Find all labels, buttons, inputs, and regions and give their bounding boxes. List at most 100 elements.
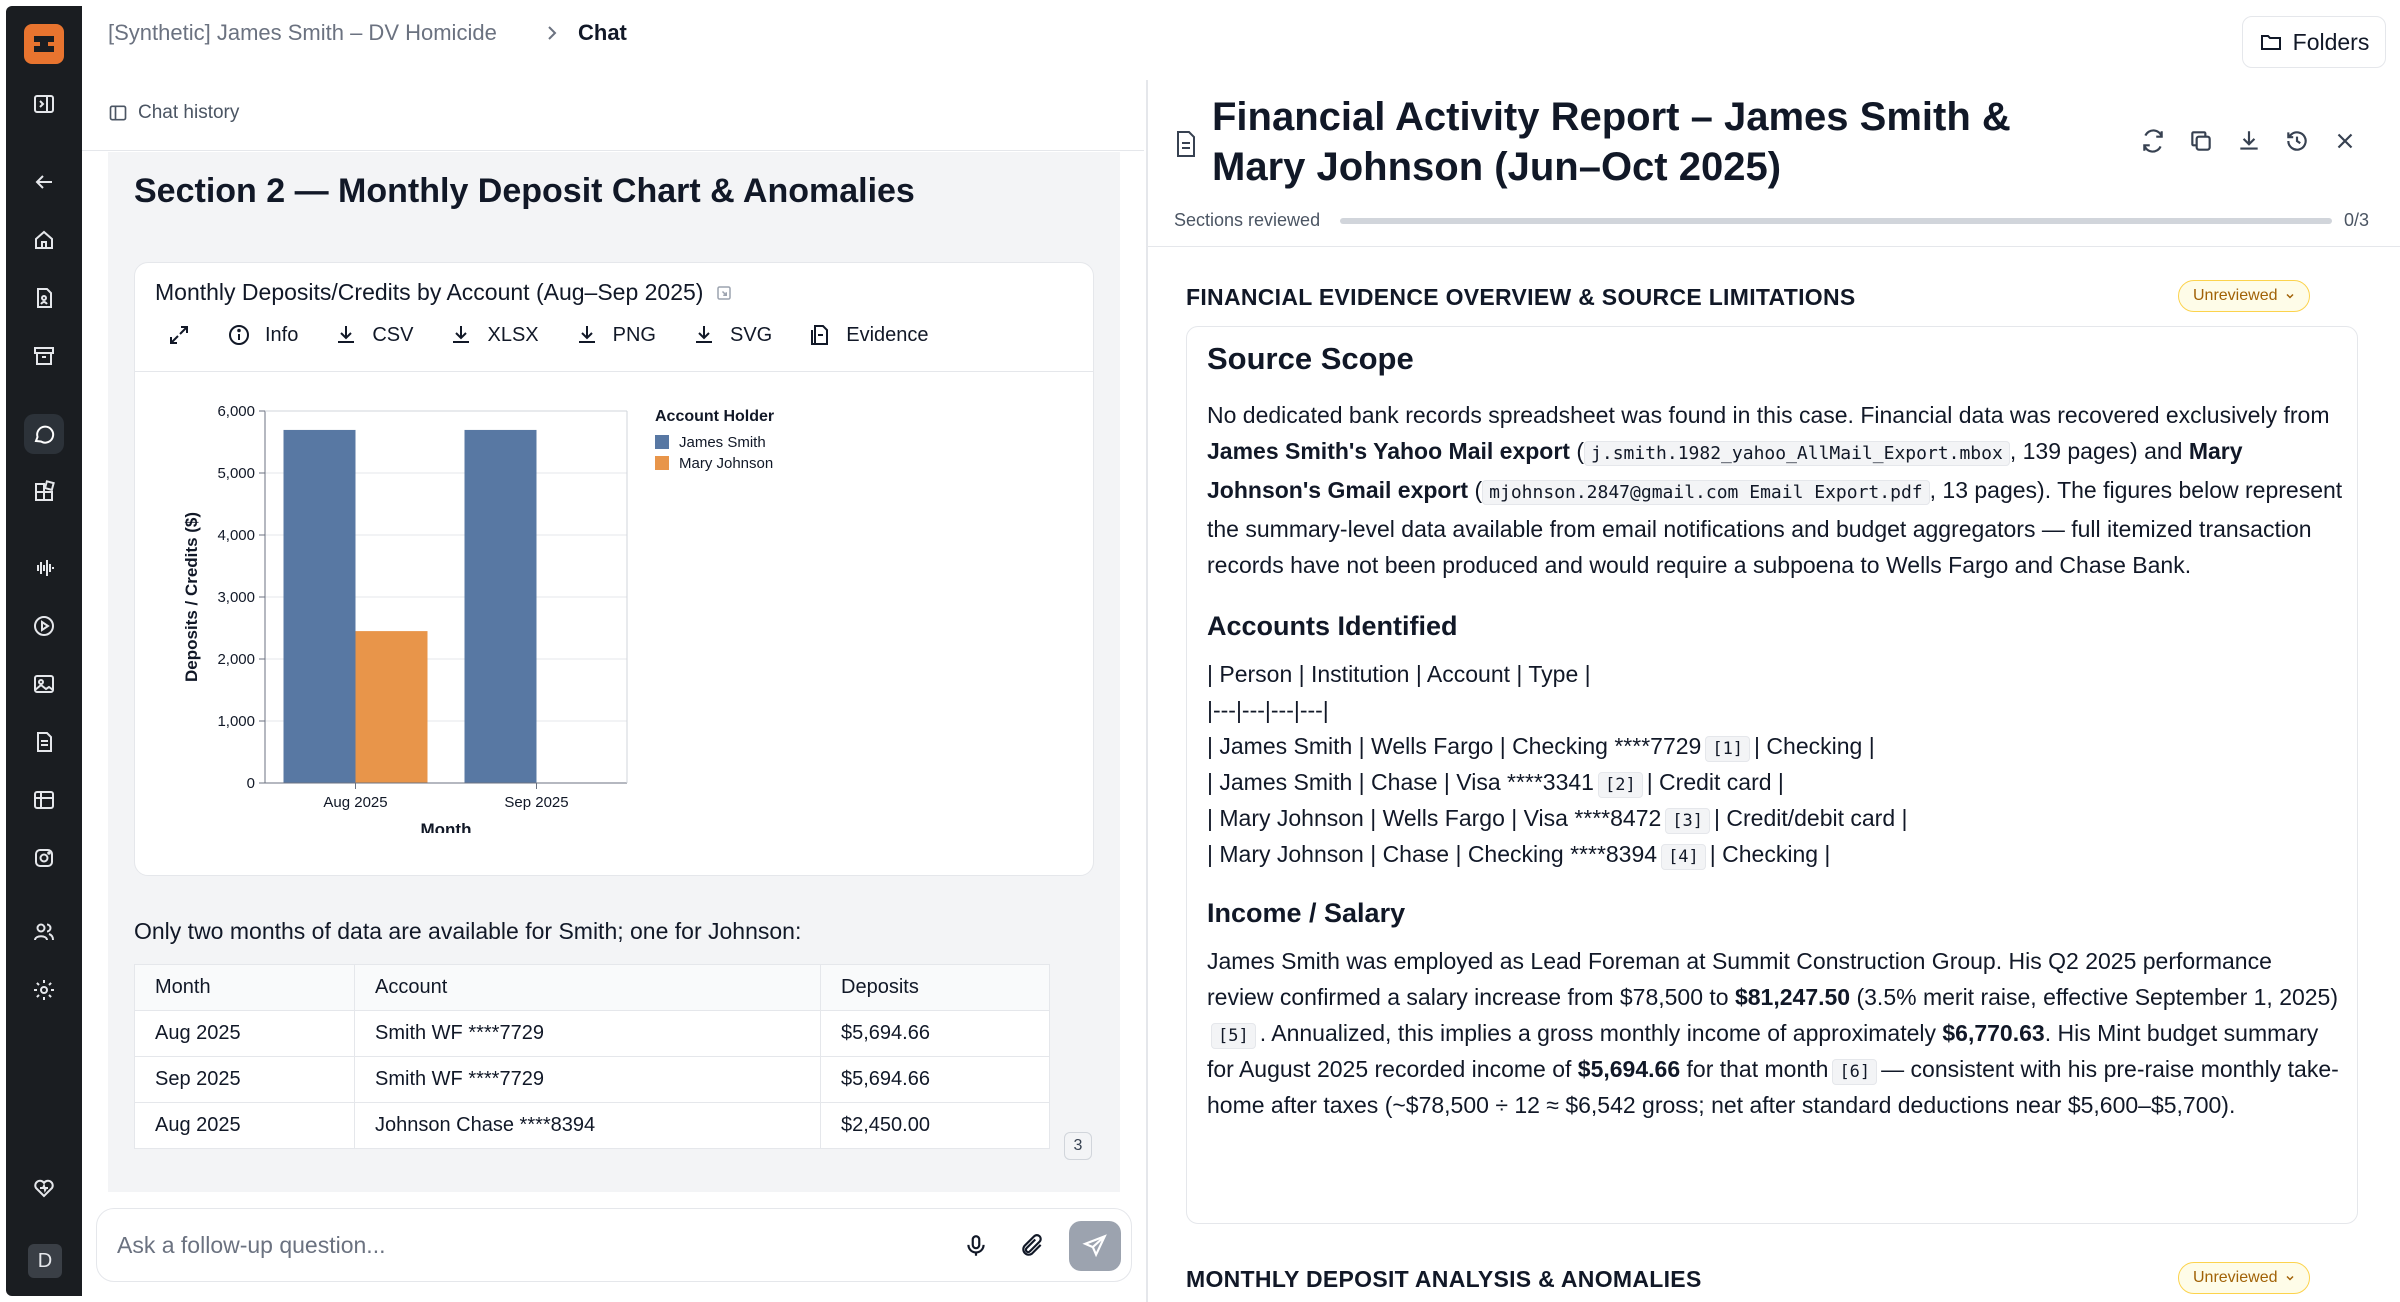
text: No dedicated bank records spreadsheet wa… <box>1207 402 2330 428</box>
support-heart-icon[interactable] <box>24 1168 64 1208</box>
download-icon[interactable] <box>2236 128 2262 154</box>
users-icon[interactable] <box>24 912 64 952</box>
chat-icon[interactable] <box>24 414 64 454</box>
video-icon[interactable] <box>24 606 64 646</box>
case-file-icon[interactable] <box>24 278 64 318</box>
table-cell: Smith WF ****7729 <box>354 1010 821 1057</box>
text: ( <box>1569 438 1585 464</box>
audio-icon[interactable] <box>24 548 64 588</box>
bold-text: $81,247.50 <box>1734 984 1851 1010</box>
source-scope-paragraph: No dedicated bank records spreadsheet wa… <box>1207 397 2343 583</box>
report-section-card: Source Scope No dedicated bank records s… <box>1186 326 2358 1224</box>
table-cell: Smith WF ****7729 <box>354 1056 821 1103</box>
download-icon <box>695 326 712 343</box>
text: | Credit card | <box>1646 769 1784 795</box>
column-header-month: Month <box>134 964 355 1011</box>
section-heading-overview: FINANCIAL EVIDENCE OVERVIEW & SOURCE LIM… <box>1186 284 1856 310</box>
image-icon[interactable] <box>24 664 64 704</box>
bar <box>464 429 537 783</box>
follow-up-input[interactable] <box>115 1225 915 1265</box>
text: ( <box>1468 477 1483 503</box>
table-cell: Sep 2025 <box>134 1056 355 1103</box>
refresh-icon[interactable] <box>2140 128 2166 154</box>
user-avatar[interactable]: D <box>28 1244 62 1278</box>
composer <box>96 1208 1132 1282</box>
citation-link[interactable]: [5] <box>1211 1023 1256 1049</box>
document-icon[interactable] <box>24 722 64 762</box>
pane-divider[interactable] <box>1146 80 1148 1302</box>
breadcrumb-current: Chat <box>578 20 627 45</box>
breadcrumb-case[interactable]: [Synthetic] James Smith – DV Homicide <box>108 20 497 46</box>
home-icon[interactable] <box>24 220 64 260</box>
back-arrow-icon[interactable] <box>24 162 64 202</box>
attach-paperclip-icon[interactable] <box>1019 1233 1045 1259</box>
table-cell: Johnson Chase ****8394 <box>354 1102 821 1149</box>
citation-link[interactable]: [3] <box>1665 808 1711 834</box>
chevron-down-icon <box>2286 1275 2295 1281</box>
xlsx-download-button[interactable]: XLSX <box>449 323 539 347</box>
y-axis-label: Deposits / Credits ($) <box>182 512 201 682</box>
x-tick-label: Sep 2025 <box>504 794 568 811</box>
archive-icon[interactable] <box>24 336 64 376</box>
evidence-button[interactable]: Evidence <box>808 323 929 347</box>
text: | Mary Johnson | Chase | Checking ****83… <box>1207 841 1658 867</box>
bar <box>355 631 428 783</box>
report-document-icon <box>1177 131 1195 157</box>
csv-label: CSV <box>372 323 414 346</box>
png-download-button[interactable]: PNG <box>575 323 656 347</box>
status-badge[interactable]: Unreviewed <box>2178 280 2311 312</box>
status-badge[interactable]: Unreviewed <box>2178 1262 2311 1294</box>
text: (3.5% merit raise, effective September 1… <box>1850 984 2339 1010</box>
bold-text: James Smith's Yahoo Mail export <box>1207 438 1570 464</box>
account-row: | Mary Johnson | Chase | Checking ****83… <box>1207 836 2343 872</box>
chevron-down-icon <box>2286 293 2295 299</box>
app-logo-icon[interactable] <box>24 24 64 64</box>
filename-code: j.smith.1982_yahoo_AllMail_Export.mbox <box>1584 441 2010 466</box>
settings-gear-icon[interactable] <box>24 970 64 1010</box>
y-tick-label: 5,000 <box>217 465 255 482</box>
instagram-icon[interactable] <box>24 838 64 878</box>
page-count-badge[interactable]: 3 <box>1064 1132 1092 1160</box>
integrations-icon[interactable] <box>24 472 64 512</box>
info-button[interactable]: Info <box>227 323 298 347</box>
close-icon[interactable] <box>2332 128 2358 154</box>
send-button[interactable] <box>1069 1221 1121 1271</box>
sidebar-toggle-icon[interactable] <box>24 84 64 124</box>
accounts-separator-row: |---|---|---|---| <box>1207 697 1329 723</box>
table-cell: $2,450.00 <box>820 1102 1050 1149</box>
download-icon <box>578 326 595 343</box>
divider <box>135 371 1093 372</box>
spreadsheet-icon[interactable] <box>24 780 64 820</box>
table-caption: Only two months of data are available fo… <box>134 918 802 944</box>
folders-label: Folders <box>2292 28 2370 55</box>
citation-link[interactable]: [1] <box>1705 736 1751 762</box>
chat-history-button[interactable]: Chat history <box>108 102 239 124</box>
subheading-accounts: Accounts Identified <box>1207 611 1458 641</box>
folders-button[interactable]: Folders <box>2242 16 2386 68</box>
chart-title-text: Monthly Deposits/Credits by Account (Aug… <box>155 279 704 305</box>
text: | Checking | <box>1709 841 1831 867</box>
expand-button[interactable] <box>167 323 191 347</box>
subheading-income: Income / Salary <box>1207 898 1406 928</box>
report-actions <box>2140 128 2358 154</box>
y-tick-label: 0 <box>247 775 255 792</box>
table-header-row: Month Account Deposits <box>134 964 1050 1011</box>
y-tick-label: 2,000 <box>217 651 255 668</box>
section-title: Section 2 — Monthly Deposit Chart & Anom… <box>134 172 915 210</box>
accounts-markdown-table: | Person | Institution | Account | Type … <box>1207 656 2343 872</box>
citation-link[interactable]: [6] <box>1832 1059 1878 1085</box>
copy-icon[interactable] <box>2188 128 2214 154</box>
svg-download-button[interactable]: SVG <box>692 323 772 347</box>
history-icon[interactable] <box>2284 128 2310 154</box>
download-icon <box>453 326 470 343</box>
expand-icon <box>170 326 188 344</box>
citation-link[interactable]: [4] <box>1661 844 1706 870</box>
svg-label: SVG <box>729 323 773 346</box>
microphone-icon[interactable] <box>963 1233 989 1259</box>
table-row: Aug 2025 Johnson Chase ****8394 $2,450.0… <box>134 1102 1050 1149</box>
y-tick-label: 4,000 <box>217 527 255 544</box>
citation-link[interactable]: [2] <box>1597 772 1643 798</box>
open-external-icon[interactable] <box>715 284 733 302</box>
legend-swatch <box>655 435 669 449</box>
csv-download-button[interactable]: CSV <box>334 323 413 347</box>
